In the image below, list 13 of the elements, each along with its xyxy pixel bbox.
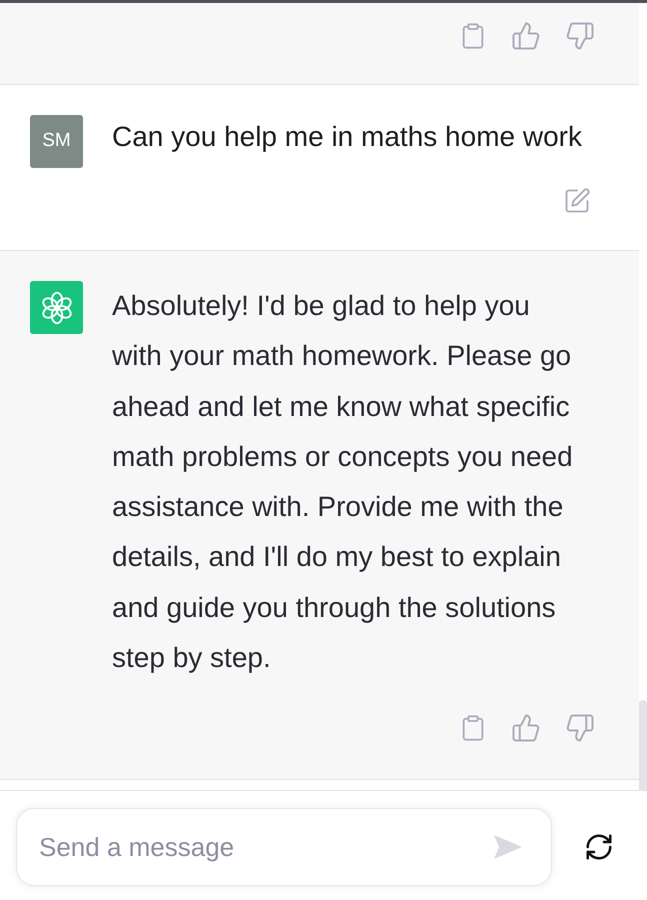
send-icon[interactable] [494, 835, 522, 859]
thumbs-down-icon[interactable] [565, 21, 595, 51]
thumbs-up-icon[interactable] [511, 713, 541, 744]
user-message: Can you help me in maths home work [112, 120, 582, 154]
assistant-message: Absolutely! I'd be glad to help you with your math homework. Please go ahead and let me know what specific math problems or concepts you need assistance with. Provide me with the details, and I'll do my best to explain and guide you through the solutions step by step. [112, 289, 574, 676]
message-input[interactable]: Send a message [16, 808, 552, 886]
refresh-icon[interactable] [584, 832, 614, 862]
flower-logo-icon [30, 281, 83, 334]
edit-icon[interactable] [563, 187, 591, 215]
user-avatar: SM [30, 115, 83, 168]
thumbs-up-icon[interactable] [511, 21, 541, 51]
thumbs-down-icon[interactable] [565, 713, 595, 744]
scrollbar-thumb[interactable] [639, 700, 647, 790]
